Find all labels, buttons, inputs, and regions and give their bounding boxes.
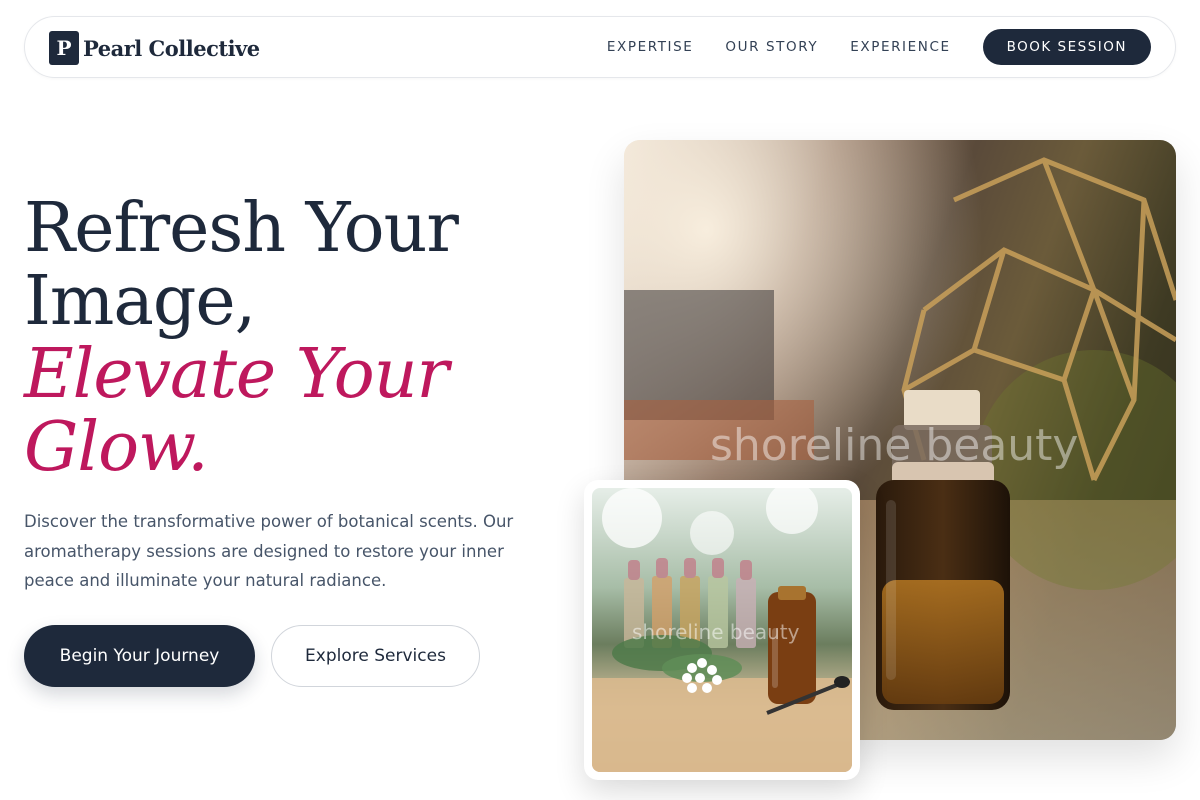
hero-accent-line-2: Glow. bbox=[24, 408, 209, 487]
begin-journey-button[interactable]: Begin Your Journey bbox=[24, 625, 255, 687]
brand-name: Pearl Collective bbox=[83, 35, 260, 61]
top-navigation: P Pearl Collective EXPERTISE OUR STORY E… bbox=[24, 16, 1176, 78]
explore-services-button[interactable]: Explore Services bbox=[271, 625, 480, 687]
brand-logo[interactable]: P Pearl Collective bbox=[49, 31, 260, 65]
hero-title-line-2: Image, bbox=[24, 262, 256, 341]
nav-link-expertise[interactable]: EXPERTISE bbox=[607, 39, 694, 55]
nav-link-our-story[interactable]: OUR STORY bbox=[725, 39, 818, 55]
brand-mark-icon: P bbox=[49, 31, 79, 65]
inset-image-watermark: shoreline beauty bbox=[632, 620, 800, 644]
hero-accent-line-1: Elevate Your bbox=[24, 335, 449, 414]
nav-link-experience[interactable]: EXPERIENCE bbox=[850, 39, 950, 55]
inset-image: shoreline beauty bbox=[592, 488, 852, 772]
hero-title-line-1: Refresh Your bbox=[24, 189, 459, 268]
inset-image-card: shoreline beauty bbox=[584, 480, 860, 780]
nav-links: EXPERTISE OUR STORY EXPERIENCE BOOK SESS… bbox=[607, 29, 1151, 65]
hero-title: Refresh Your Image, Elevate Your Glow. bbox=[24, 192, 544, 484]
main-image-watermark: shoreline beauty bbox=[710, 420, 1079, 471]
book-session-button[interactable]: BOOK SESSION bbox=[982, 29, 1151, 65]
hero-description: Discover the transformative power of bot… bbox=[24, 512, 514, 590]
